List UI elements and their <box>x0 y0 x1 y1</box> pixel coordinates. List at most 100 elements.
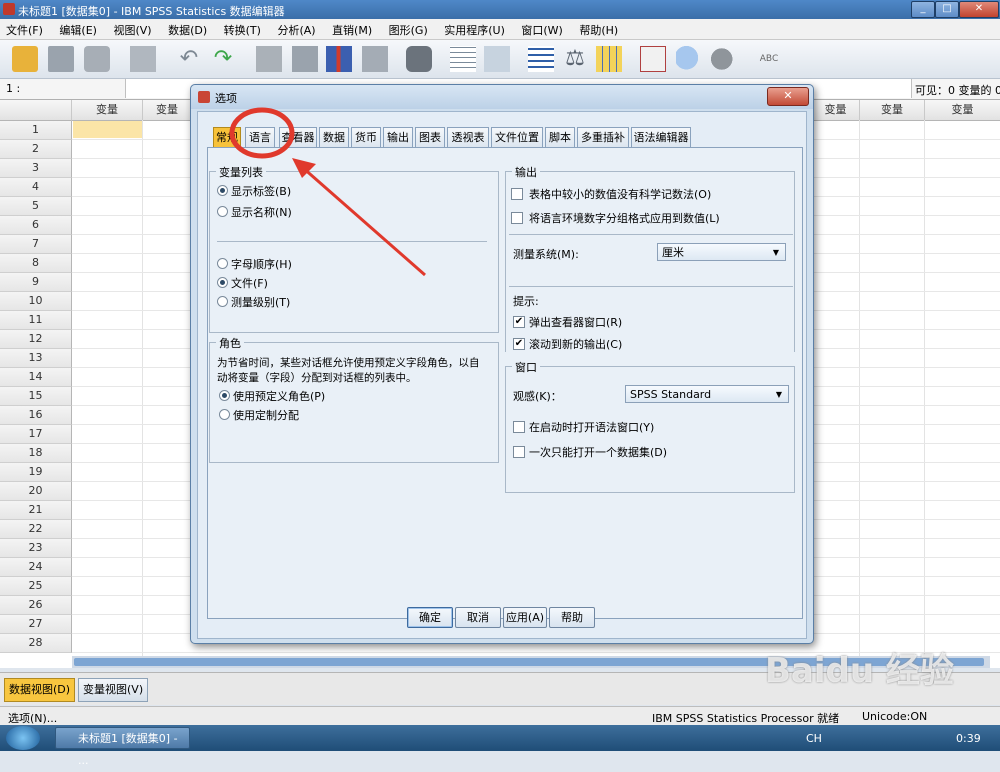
measurement-level-label[interactable]: 测量级别(T) <box>231 294 290 310</box>
maximize-button[interactable]: □ <box>935 1 959 18</box>
run-descriptives-icon[interactable] <box>362 46 388 72</box>
tab-variable-view[interactable]: 变量视图(V) <box>78 678 149 702</box>
menu-utilities[interactable]: 实用程序(U) <box>438 19 512 38</box>
start-button[interactable] <box>6 726 40 750</box>
display-names-radio[interactable] <box>217 206 228 217</box>
measurement-level-radio[interactable] <box>217 296 228 307</box>
file-order-label[interactable]: 文件(F) <box>231 275 268 291</box>
row-header[interactable]: 8 <box>0 254 72 273</box>
menu-direct-marketing[interactable]: 直销(M) <box>326 19 379 38</box>
tab-pivot-tables[interactable]: 透视表 <box>447 127 489 148</box>
language-indicator[interactable]: CH <box>806 732 822 745</box>
tab-data-view[interactable]: 数据视图(D) <box>4 678 76 702</box>
open-syntax-label[interactable]: 在启动时打开语法窗口(Y) <box>529 419 654 435</box>
display-labels-label[interactable]: 显示标签(B) <box>231 183 291 199</box>
tab-output[interactable]: 输出 <box>383 127 413 148</box>
clock[interactable]: 0:39 <box>956 732 981 745</box>
use-sets-icon[interactable] <box>676 46 702 72</box>
spell-check-icon[interactable]: ABC <box>756 46 782 72</box>
menu-graphs[interactable]: 图形(G) <box>383 19 435 38</box>
scroll-new-output-label[interactable]: 滚动到新的输出(C) <box>529 336 622 352</box>
row-header[interactable]: 10 <box>0 292 72 311</box>
custom-assignments-label[interactable]: 使用定制分配 <box>233 407 299 423</box>
look-and-feel-dropdown[interactable]: SPSS Standard ▼ <box>625 385 789 403</box>
taskbar-app-button[interactable]: 未标题1 [数据集0] - ... <box>55 727 190 767</box>
row-header[interactable]: 11 <box>0 311 72 330</box>
row-header[interactable]: 18 <box>0 444 72 463</box>
close-button[interactable]: ✕ <box>959 1 999 18</box>
row-header[interactable]: 28 <box>0 634 72 653</box>
row-header[interactable]: 12 <box>0 330 72 349</box>
tab-currency[interactable]: 货币 <box>351 127 381 148</box>
row-header[interactable]: 14 <box>0 368 72 387</box>
column-header[interactable]: 变量 <box>812 100 860 121</box>
row-header[interactable]: 23 <box>0 539 72 558</box>
print-icon[interactable] <box>84 46 110 72</box>
row-header[interactable]: 3 <box>0 159 72 178</box>
find-icon[interactable] <box>406 46 432 72</box>
menu-window[interactable]: 窗口(W) <box>515 19 569 38</box>
select-cases-icon[interactable] <box>596 46 622 72</box>
tab-viewer[interactable]: 查看器 <box>279 127 317 148</box>
tab-charts[interactable]: 图表 <box>415 127 445 148</box>
row-header[interactable]: 5 <box>0 197 72 216</box>
row-header[interactable]: 25 <box>0 577 72 596</box>
row-header[interactable]: 9 <box>0 273 72 292</box>
open-folder-icon[interactable] <box>12 46 38 72</box>
menu-file[interactable]: 文件(F) <box>0 19 50 38</box>
column-header[interactable]: 变量 <box>860 100 925 121</box>
file-order-radio[interactable] <box>217 277 228 288</box>
row-header[interactable]: 13 <box>0 349 72 368</box>
no-scientific-notation-label[interactable]: 表格中较小的数值没有科学记数法(O) <box>529 186 711 202</box>
column-header[interactable]: 变量 <box>143 100 192 121</box>
row-header[interactable]: 2 <box>0 140 72 159</box>
predefined-roles-label[interactable]: 使用预定义角色(P) <box>233 388 325 404</box>
column-header[interactable]: 变量 <box>925 100 1000 121</box>
measurement-system-dropdown[interactable]: 厘米 ▼ <box>657 243 786 261</box>
row-header[interactable]: 26 <box>0 596 72 615</box>
row-header[interactable]: 21 <box>0 501 72 520</box>
tab-scripts[interactable]: 脚本 <box>545 127 575 148</box>
menu-data[interactable]: 数据(D) <box>162 19 214 38</box>
no-scientific-notation-checkbox[interactable] <box>511 188 523 200</box>
minimize-button[interactable]: _ <box>911 1 935 18</box>
locale-grouping-label[interactable]: 将语言环境数字分组格式应用到数值(L) <box>529 210 720 226</box>
one-dataset-label[interactable]: 一次只能打开一个数据集(D) <box>529 444 667 460</box>
row-header[interactable]: 7 <box>0 235 72 254</box>
alphabetical-radio[interactable] <box>217 258 228 269</box>
menu-view[interactable]: 视图(V) <box>107 19 158 38</box>
redo-icon[interactable]: ↷ <box>210 46 236 72</box>
tab-file-locations[interactable]: 文件位置 <box>491 127 543 148</box>
row-header[interactable]: 22 <box>0 520 72 539</box>
row-header[interactable]: 15 <box>0 387 72 406</box>
column-header[interactable]: 变量 <box>72 100 143 121</box>
row-header[interactable]: 1 <box>0 121 72 140</box>
menu-analyze[interactable]: 分析(A) <box>271 19 322 38</box>
row-header[interactable]: 20 <box>0 482 72 501</box>
split-file-icon[interactable] <box>528 46 554 72</box>
value-labels-icon[interactable] <box>640 46 666 72</box>
apply-button[interactable]: 应用(A) <box>503 607 547 628</box>
tab-general[interactable]: 常规 <box>213 127 241 148</box>
predefined-roles-radio[interactable] <box>219 390 230 401</box>
save-icon[interactable] <box>48 46 74 72</box>
menu-transform[interactable]: 转换(T) <box>218 19 268 38</box>
row-header[interactable]: 19 <box>0 463 72 482</box>
alphabetical-label[interactable]: 字母顺序(H) <box>231 256 292 272</box>
dialog-recall-icon[interactable] <box>130 46 156 72</box>
ok-button[interactable]: 确定 <box>407 607 453 628</box>
tab-language[interactable]: 语言 <box>245 127 275 148</box>
popup-viewer-label[interactable]: 弹出查看器窗口(R) <box>529 314 622 330</box>
one-dataset-checkbox[interactable] <box>513 446 525 458</box>
goto-case-icon[interactable] <box>256 46 282 72</box>
goto-variable-icon[interactable] <box>292 46 318 72</box>
custom-assignments-radio[interactable] <box>219 409 230 420</box>
active-cell[interactable] <box>73 121 142 138</box>
scroll-new-output-checkbox[interactable]: ✔ <box>513 338 525 350</box>
show-all-variables-icon[interactable] <box>710 46 736 72</box>
display-labels-radio[interactable] <box>217 185 228 196</box>
menu-edit[interactable]: 编辑(E) <box>53 19 104 38</box>
popup-viewer-checkbox[interactable]: ✔ <box>513 316 525 328</box>
row-header[interactable]: 24 <box>0 558 72 577</box>
cancel-button[interactable]: 取消 <box>455 607 501 628</box>
